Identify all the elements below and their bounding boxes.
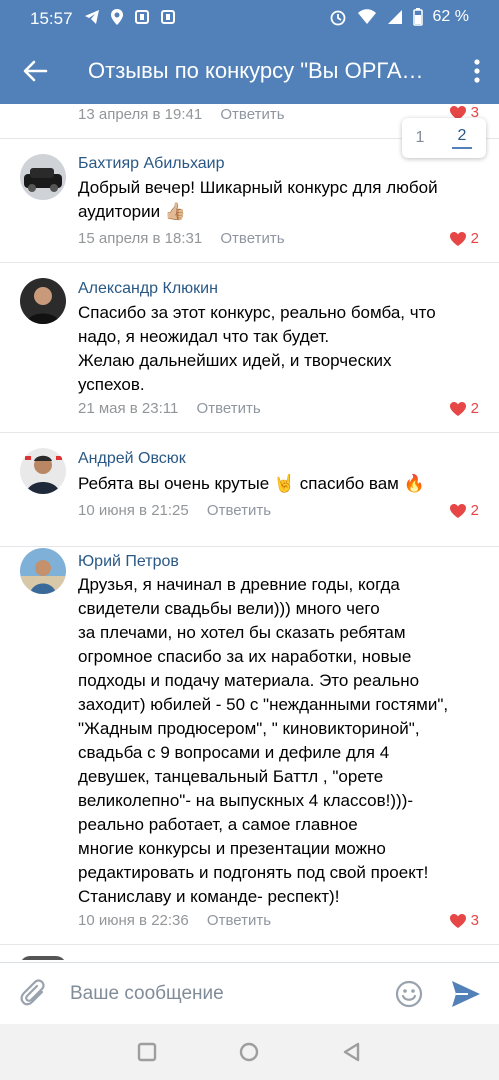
pagination: 1 2: [402, 118, 486, 158]
comment-line: великолепно"- на выпускных 4 классов!)))…: [78, 791, 414, 810]
page-title: Отзывы по конкурсу "Вы ОРГАНИЗАТОР": [88, 58, 438, 83]
author-name[interactable]: Бахтияр Абильхаир: [78, 155, 225, 173]
like-count: 2: [470, 400, 479, 417]
like-count: 2: [470, 502, 479, 519]
avatar[interactable]: [20, 278, 66, 324]
comment-item: Александр Клюкин Спасибо за этот конкурс…: [0, 262, 499, 433]
signal-icon: [387, 10, 402, 24]
reply-link[interactable]: Ответить: [207, 912, 271, 929]
comment-text: Спасибо за этот конкурс, реально бомба, …: [78, 301, 483, 397]
avatar[interactable]: [20, 956, 66, 960]
battery-percent: 62 %: [432, 8, 469, 25]
comment-meta: 21 мая в 23:11 Ответить: [78, 400, 261, 417]
location-icon: [111, 9, 123, 25]
app-notification-icon: [135, 10, 149, 24]
status-system-icons: 62 %: [329, 8, 469, 26]
comment-line: за плечами, но хотел бы сказать ребятам: [78, 623, 406, 642]
comment-meta: 13 апреля в 19:41 Ответить: [78, 106, 285, 123]
alarm-icon: [330, 10, 345, 26]
comment-line: Желаю дальнейших идей, и творческих: [78, 351, 392, 370]
like-button[interactable]: 3: [449, 912, 479, 929]
heart-icon: [449, 913, 466, 928]
comment-meta: 10 июня в 21:25 Ответить: [78, 502, 271, 519]
comment-line: огромное спасибо за их наработки, новые: [78, 647, 412, 666]
paperclip-icon[interactable]: [20, 979, 48, 1009]
comment-date: 21 мая в 23:11: [78, 400, 179, 417]
comment-meta: 10 июня в 22:36 Ответить: [78, 912, 271, 929]
like-button[interactable]: 2: [449, 230, 479, 247]
reply-link[interactable]: Ответить: [220, 230, 284, 247]
author-name[interactable]: Андрей Овсюк: [78, 450, 186, 468]
comment-line: свидетели свадьбы вели))) много чего: [78, 599, 380, 618]
comment-line: подходы и подачу материала. Это реально: [78, 671, 420, 690]
avatar[interactable]: [20, 548, 66, 594]
send-icon[interactable]: [450, 979, 482, 1009]
page-2-button[interactable]: 2: [451, 127, 473, 149]
back-arrow-icon[interactable]: [22, 58, 48, 84]
like-button[interactable]: 2: [449, 400, 479, 417]
telegram-icon: [85, 10, 99, 24]
comment-line: Станиславу и команде- респект)!: [78, 887, 340, 906]
recent-apps-icon[interactable]: [137, 1042, 157, 1062]
comments-list: 13 апреля в 19:41 Ответить 3 Бахтияр Аби…: [0, 104, 499, 960]
avatar[interactable]: [20, 154, 66, 200]
reply-link[interactable]: Ответить: [220, 106, 284, 123]
comment-line: девушек, танцевальный Баттл , "орете: [78, 767, 384, 786]
status-time: 15:57: [30, 9, 73, 28]
heart-icon: [449, 401, 466, 416]
comment-line: Спасибо за этот конкурс, реально бомба, …: [78, 303, 436, 322]
comment-line: "Жадным продюсером", " киновикториной",: [78, 719, 420, 738]
comment-line: надо, я неожидал что так будет.: [78, 327, 330, 346]
comment-line: свадьба с 9 вопросами и дефиле для 4: [78, 743, 390, 762]
avatar[interactable]: [20, 448, 66, 494]
comment-date: 13 апреля в 19:41: [78, 106, 203, 123]
battery-icon: [412, 8, 423, 26]
message-input[interactable]: Ваше сообщение: [70, 983, 224, 1005]
comment-line: успехов.: [78, 375, 145, 394]
more-vertical-icon[interactable]: [473, 58, 481, 84]
app-bar: Отзывы по конкурсу "Вы ОРГАНИЗАТОР": [0, 38, 499, 104]
heart-icon: [449, 231, 466, 246]
comment-line: Друзья, я начинал в древние годы, когда: [78, 575, 400, 594]
author-name[interactable]: Юрий Петров: [78, 553, 179, 571]
comment-item: Юрий Петров Друзья, я начинал в древние …: [0, 546, 499, 945]
message-composer: Ваше сообщение: [0, 962, 499, 1025]
back-icon[interactable]: [342, 1042, 362, 1062]
like-button[interactable]: 2: [449, 502, 479, 519]
comment-item: Андрей Овсюк Ребята вы очень крутые 🤘 сп…: [0, 432, 499, 547]
like-count: 3: [470, 912, 479, 929]
comment-line: Ребята вы очень крутые 🤘 спасибо вам 🔥: [78, 474, 425, 493]
page-1-button[interactable]: 1: [416, 129, 425, 147]
comment-text: Добрый вечер! Шикарный конкурс для любой…: [78, 176, 483, 224]
wifi-icon: [357, 9, 376, 24]
reply-link[interactable]: Ответить: [197, 400, 261, 417]
smile-icon[interactable]: [395, 980, 423, 1008]
author-name[interactable]: Александр Клюкин: [78, 280, 218, 298]
comment-line: редактировать и подгонять под свой проек…: [78, 863, 429, 882]
comment-text: Друзья, я начинал в древние годы, когда …: [78, 573, 483, 909]
system-nav-bar: [0, 1024, 499, 1080]
comment-line: реально работает, а самое главное: [78, 815, 358, 834]
home-icon[interactable]: [239, 1042, 259, 1062]
like-count: 2: [470, 230, 479, 247]
comment-line: заходит) юбилей - 50 с "нежданными гостя…: [78, 695, 449, 714]
comment-line: Добрый вечер! Шикарный конкурс для любой: [78, 178, 438, 197]
comment-line: многие конкурсы и презентации можно: [78, 839, 386, 858]
app-notification-icon-2: [161, 10, 175, 24]
comment-line: аудитории 👍🏼: [78, 202, 187, 221]
comment-text: Ребята вы очень крутые 🤘 спасибо вам 🔥: [78, 472, 483, 496]
heart-icon: [449, 503, 466, 518]
status-bar: 15:57 62 %: [0, 0, 499, 38]
comment-date: 15 апреля в 18:31: [78, 230, 203, 247]
comment-meta: 15 апреля в 18:31 Ответить: [78, 230, 285, 247]
reply-link[interactable]: Ответить: [207, 502, 271, 519]
comment-date: 10 июня в 21:25: [78, 502, 189, 519]
status-notification-icons: [84, 8, 176, 26]
comment-date: 10 июня в 22:36: [78, 912, 189, 929]
